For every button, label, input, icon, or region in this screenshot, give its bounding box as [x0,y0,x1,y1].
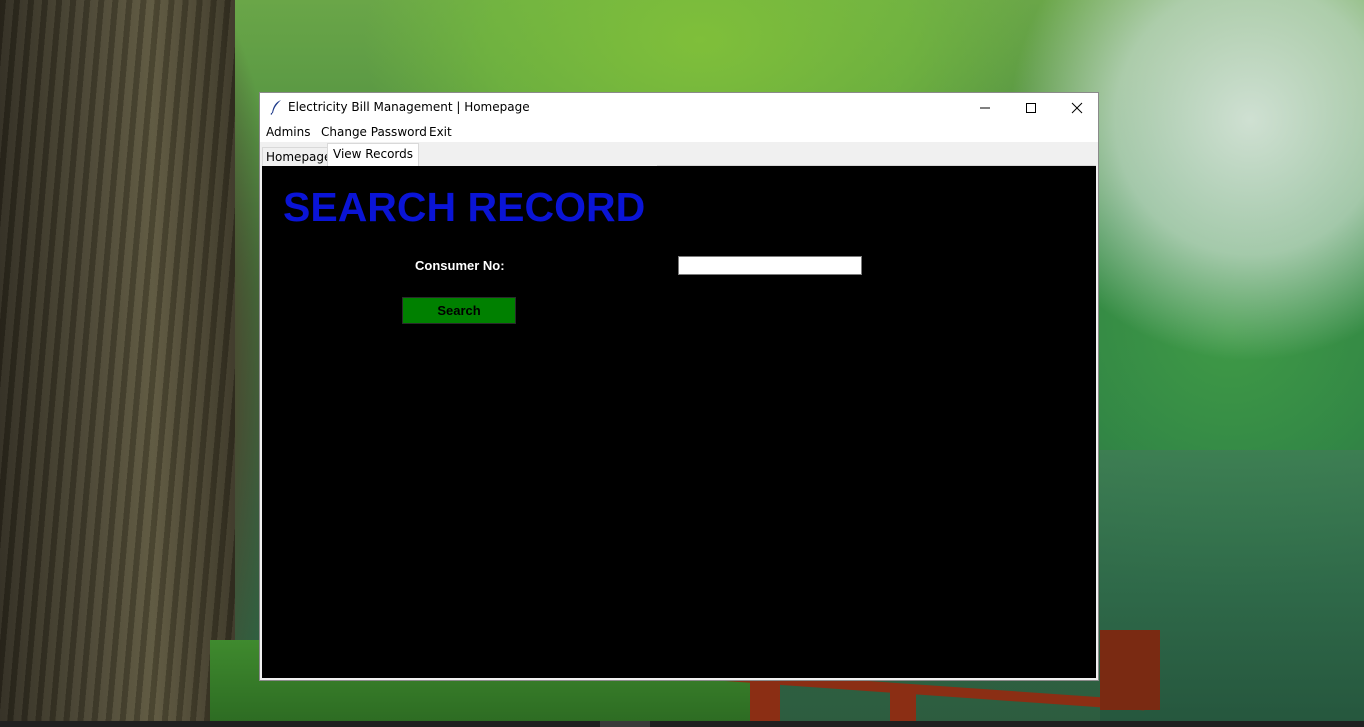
tab-view-records[interactable]: View Records [327,143,420,166]
tab-strip: Homepage View Records [260,142,1098,166]
page-title: SEARCH RECORD [283,184,646,230]
taskbar [0,721,1364,727]
minimize-icon [980,107,990,108]
close-button[interactable] [1054,93,1100,122]
title-bar[interactable]: Electricity Bill Management | Homepage [260,93,1098,122]
feather-icon [270,100,281,115]
maximize-button[interactable] [1008,93,1054,122]
maximize-icon [1026,102,1036,113]
menu-exit[interactable]: Exit [429,125,452,139]
tab-divider [657,165,1096,166]
minimize-button[interactable] [962,93,1008,122]
search-record-panel: SEARCH RECORD Consumer No: Search [262,165,1096,678]
consumer-no-label: Consumer No: [415,258,505,273]
taskbar-item[interactable] [600,721,650,727]
menu-admins[interactable]: Admins [266,125,311,139]
search-button[interactable]: Search [402,297,516,324]
consumer-no-input[interactable] [678,256,862,275]
tab-homepage[interactable]: Homepage [262,147,336,166]
menu-bar: Admins Change Password Exit [260,122,1098,142]
close-icon [1071,102,1083,113]
menu-change-password[interactable]: Change Password [321,125,427,139]
app-window: Electricity Bill Management | Homepage A… [259,92,1099,681]
wallpaper-tree-trunk [0,0,235,727]
window-title: Electricity Bill Management | Homepage [288,100,530,114]
